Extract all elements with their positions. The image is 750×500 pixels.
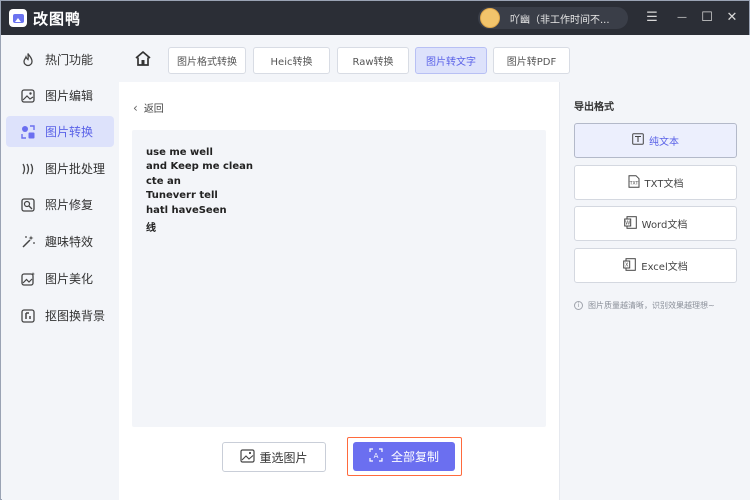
ocr-line: use me well	[146, 147, 213, 158]
maximize-icon[interactable]: ☐	[698, 9, 716, 27]
close-icon[interactable]: ✕	[723, 9, 741, 27]
ocr-result-text[interactable]: use me well and Keep me clean cte an Tun…	[132, 130, 546, 427]
tab-image-to-text[interactable]: 图片转文字	[415, 47, 487, 74]
format-label: Word文档	[641, 220, 688, 231]
sidebar-item-image-edit[interactable]: 图片编辑	[6, 80, 114, 111]
sidebar: 热门功能 图片编辑 图片转换 图片批处理 照片修复 趣味特效 图片美化 抠图换背…	[2, 35, 119, 500]
quality-hint: i 图片质量越清晰，识别效果越理想~	[574, 300, 715, 311]
photo-repair-icon	[20, 197, 36, 213]
user-account[interactable]: 吖幽（非工作时间不...	[478, 7, 628, 29]
app-title: 改图鸭	[33, 10, 82, 28]
ocr-line: cte an	[146, 176, 181, 187]
sidebar-item-cutout[interactable]: 抠图换背景	[6, 300, 114, 331]
cutout-icon	[20, 308, 36, 324]
avatar	[480, 8, 500, 28]
back-label: 返回	[143, 104, 164, 115]
sidebar-item-label: 热门功能	[45, 53, 94, 67]
sidebar-item-label: 图片编辑	[45, 89, 94, 103]
text-icon	[632, 133, 644, 148]
svg-text:X: X	[625, 262, 629, 268]
word-file-icon: W	[623, 215, 637, 232]
menu-icon[interactable]: ☰	[643, 9, 661, 27]
minimize-icon[interactable]: —	[673, 9, 691, 27]
main-panel: 图片格式转换 Heic转换 Raw转换 图片转文字 图片转PDF ‹ 返回 us…	[119, 35, 750, 500]
txt-file-icon: TXT	[628, 174, 640, 191]
sidebar-item-label: 图片转换	[45, 125, 94, 139]
format-plain-text[interactable]: 纯文本	[574, 123, 737, 158]
ocr-line: hatl haveSeen	[146, 205, 227, 216]
ocr-line: and Keep me clean	[146, 161, 253, 172]
format-label: TXT文档	[644, 179, 684, 190]
sidebar-item-photo-repair[interactable]: 照片修复	[6, 189, 114, 220]
convert-icon	[20, 124, 36, 140]
image-edit-icon	[20, 88, 36, 104]
info-icon: i	[574, 301, 583, 310]
sidebar-item-image-convert[interactable]: 图片转换	[6, 116, 114, 147]
ocr-line: 线	[146, 223, 156, 234]
sidebar-item-batch[interactable]: 图片批处理	[6, 153, 114, 184]
app-window: 改图鸭 吖幽（非工作时间不... ☰ — ☐ ✕ 热门功能 图片编辑 图片转换	[0, 0, 750, 500]
sidebar-item-label: 抠图换背景	[45, 309, 106, 323]
svg-text:A: A	[374, 452, 379, 460]
tab-image-format-convert[interactable]: 图片格式转换	[168, 47, 246, 74]
back-button[interactable]: ‹ 返回	[133, 100, 164, 116]
sidebar-item-beautify[interactable]: 图片美化	[6, 263, 114, 294]
copy-all-highlight: A 全部复制	[347, 437, 462, 476]
fire-icon	[20, 52, 36, 68]
svg-text:TXT: TXT	[628, 180, 638, 186]
sidebar-item-fun-effects[interactable]: 趣味特效	[6, 226, 114, 257]
user-name: 吖幽（非工作时间不...	[510, 14, 610, 26]
export-panel: 导出格式 纯文本 TXT TXT文档 W Word文档 X Excel文档 i …	[559, 82, 750, 500]
sidebar-item-label: 图片美化	[45, 272, 94, 286]
app-logo-icon	[9, 9, 27, 27]
tab-raw-convert[interactable]: Raw转换	[337, 47, 409, 74]
batch-icon	[20, 161, 36, 177]
excel-file-icon: X	[623, 257, 637, 274]
image-icon	[240, 448, 256, 466]
sidebar-item-label: 照片修复	[45, 198, 94, 212]
format-excel[interactable]: X Excel文档	[574, 248, 737, 283]
tab-bar: 图片格式转换 Heic转换 Raw转换 图片转文字 图片转PDF	[119, 35, 750, 82]
reselect-image-button[interactable]: 重选图片	[222, 442, 326, 472]
content-area: ‹ 返回 use me well and Keep me clean cte a…	[119, 82, 559, 500]
svg-text:W: W	[625, 220, 630, 226]
beautify-icon	[20, 271, 36, 287]
hint-text: 图片质量越清晰，识别效果越理想~	[588, 301, 715, 310]
format-label: Excel文档	[641, 262, 688, 273]
ocr-line: Tuneverr tell	[146, 190, 218, 201]
magic-wand-icon	[20, 234, 36, 250]
title-bar: 改图鸭 吖幽（非工作时间不... ☰ — ☐ ✕	[1, 1, 749, 35]
home-icon[interactable]	[133, 49, 153, 69]
reselect-label: 重选图片	[259, 450, 308, 465]
copy-all-button[interactable]: A 全部复制	[353, 442, 455, 471]
text-recognize-icon: A	[369, 448, 383, 465]
format-word[interactable]: W Word文档	[574, 206, 737, 241]
tab-image-to-pdf[interactable]: 图片转PDF	[493, 47, 570, 74]
chevron-left-icon: ‹	[133, 100, 138, 115]
sidebar-item-label: 图片批处理	[45, 162, 106, 176]
sidebar-item-hot[interactable]: 热门功能	[6, 44, 114, 75]
export-title: 导出格式	[574, 102, 614, 113]
copy-all-label: 全部复制	[390, 450, 439, 464]
format-label: 纯文本	[649, 137, 679, 148]
sidebar-item-label: 趣味特效	[45, 235, 94, 249]
tab-heic-convert[interactable]: Heic转换	[253, 47, 330, 74]
format-txt[interactable]: TXT TXT文档	[574, 165, 737, 200]
